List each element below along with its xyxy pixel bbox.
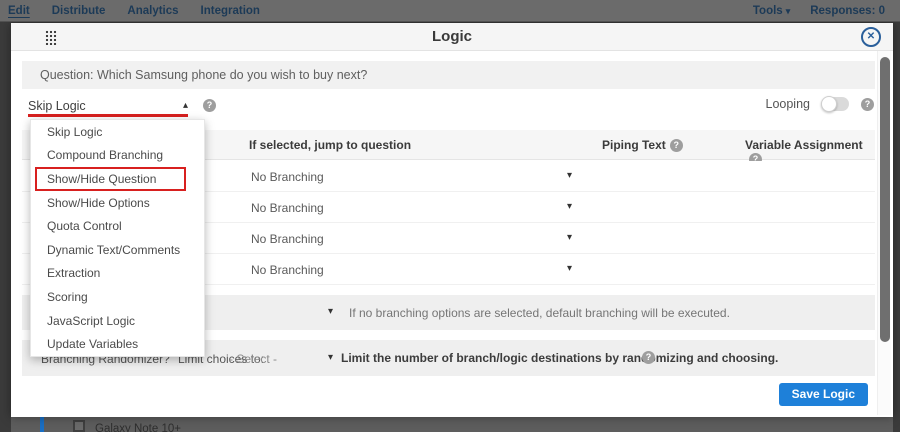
close-icon[interactable]: ✕: [861, 27, 881, 47]
nav-item-distribute[interactable]: Distribute: [52, 5, 106, 17]
menu-item-skip-logic[interactable]: Skip Logic: [31, 120, 204, 144]
modal-backdrop-right: [893, 22, 900, 432]
chevron-down-icon[interactable]: ▾: [328, 352, 333, 363]
nav-item-edit[interactable]: Edit: [8, 5, 30, 17]
red-annotation-underline: [28, 114, 188, 117]
page-behind-modal: Galaxy Note 10+: [11, 417, 893, 432]
randomizer-help-icon[interactable]: ?: [642, 351, 655, 364]
chevron-down-icon: ▾: [567, 201, 572, 212]
save-logic-button[interactable]: Save Logic: [779, 383, 868, 406]
menu-item-scoring[interactable]: Scoring: [31, 285, 204, 309]
selected-question-indicator: [40, 417, 44, 432]
logic-type-value: Skip Logic: [28, 99, 86, 113]
answer-option-label: Galaxy Note 10+: [95, 423, 181, 432]
question-text: Question: Which Samsung phone do you wis…: [22, 68, 367, 82]
modal-header: Logic ✕: [11, 23, 893, 51]
chevron-down-icon: ▾: [567, 263, 572, 274]
menu-item-quota-control[interactable]: Quota Control: [31, 214, 204, 238]
menu-item-extraction[interactable]: Extraction: [31, 262, 204, 286]
branch-value: No Branching: [251, 263, 324, 277]
nav-item-analytics[interactable]: Analytics: [127, 5, 178, 17]
menu-item-show-hide-options[interactable]: Show/Hide Options: [31, 191, 204, 215]
randomizer-note: Limit the number of branch/logic destina…: [341, 351, 778, 365]
header-piping-text: Piping Text?: [602, 138, 683, 152]
menu-item-update-variables[interactable]: Update Variables: [31, 332, 204, 356]
branch-value: No Branching: [251, 232, 324, 246]
looping-label: Looping: [766, 97, 811, 111]
menu-item-dynamic-text-comments[interactable]: Dynamic Text/Comments: [31, 238, 204, 262]
branch-value: No Branching: [251, 170, 324, 184]
piping-text-help-icon[interactable]: ?: [670, 139, 683, 152]
menu-item-javascript-logic[interactable]: JavaScript Logic: [31, 309, 204, 333]
menu-item-show-hide-question[interactable]: Show/Hide Question: [35, 167, 186, 191]
menu-item-compound-branching[interactable]: Compound Branching: [31, 144, 204, 168]
logic-type-help-icon[interactable]: ?: [203, 99, 216, 112]
chevron-down-icon: ▾: [567, 232, 572, 243]
modal-backdrop-left: [0, 22, 11, 432]
responses-count: Responses: 0: [810, 5, 885, 17]
answer-option-checkbox[interactable]: [73, 420, 85, 432]
looping-help-icon[interactable]: ?: [861, 98, 874, 111]
chevron-down-icon: ▾: [567, 170, 572, 181]
branch-value: No Branching: [251, 201, 324, 215]
looping-control: Looping ?: [766, 97, 875, 111]
logic-modal: Logic ✕ Question: Which Samsung phone do…: [11, 23, 893, 417]
nav-item-integration[interactable]: Integration: [201, 5, 260, 17]
modal-title: Logic: [11, 28, 893, 45]
nav-right-group: Tools▾ Responses: 0: [753, 5, 900, 17]
chevron-down-icon: ▾: [786, 6, 791, 16]
default-branching-note: If no branching options are selected, de…: [349, 306, 730, 320]
question-bar: Question: Which Samsung phone do you wis…: [22, 61, 875, 89]
modal-scrollbar[interactable]: [877, 51, 891, 415]
header-jump-to-question: If selected, jump to question: [249, 138, 411, 152]
randomizer-select[interactable]: - Select -: [229, 352, 277, 366]
scrollbar-thumb[interactable]: [880, 57, 890, 342]
toggle-knob: [821, 96, 837, 112]
logic-type-menu: Skip Logic Compound Branching Show/Hide …: [30, 119, 205, 357]
chevron-up-icon: ▴: [183, 100, 188, 111]
tools-menu[interactable]: Tools▾: [753, 5, 790, 17]
default-branching-select[interactable]: ▾: [328, 306, 333, 317]
top-nav: Edit Distribute Analytics Integration To…: [0, 0, 900, 22]
looping-toggle[interactable]: [822, 97, 849, 111]
nav-left-group: Edit Distribute Analytics Integration: [0, 5, 260, 17]
